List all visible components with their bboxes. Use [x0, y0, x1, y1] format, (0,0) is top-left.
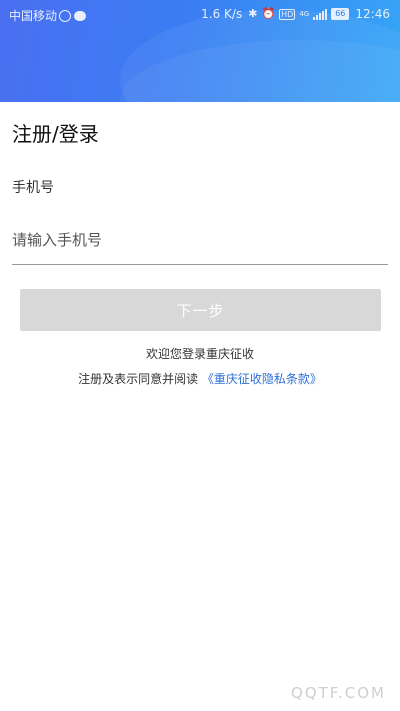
phone-input[interactable]: [12, 222, 388, 258]
carrier-name: 中国移动: [9, 9, 58, 23]
network-speed: 1.6 K/s: [201, 7, 243, 21]
circle-notification-icon: [59, 9, 72, 22]
privacy-policy-link[interactable]: 《重庆征收隐私条款》: [202, 372, 322, 386]
status-bar-left: 中国移动: [9, 7, 87, 24]
watermark: QQTF.COM: [291, 684, 386, 702]
battery-icon: 66: [331, 8, 350, 20]
next-button[interactable]: 下一步: [20, 289, 381, 331]
phone-input-underline: [12, 264, 388, 265]
agreement-line: 注册及表示同意并阅读 《重庆征收隐私条款》: [0, 370, 400, 387]
bluetooth-icon: ✱: [248, 7, 258, 20]
phone-label: 手机号: [12, 180, 54, 196]
page-title: 注册/登录: [12, 122, 99, 146]
clock-time: 12:46: [355, 7, 390, 21]
signal-icon: [313, 8, 328, 20]
status-bar-right: 1.6 K/s ✱ ⏰ HD 4G 66 12:46: [201, 7, 390, 21]
welcome-text: 欢迎您登录重庆征收: [145, 347, 254, 361]
chat-bubble-icon: [74, 10, 87, 21]
hd-icon: HD: [279, 8, 296, 20]
network-type: 4G: [299, 10, 310, 18]
status-bar: 中国移动 1.6 K/s ✱ ⏰ HD 4G 66 12:46: [0, 0, 400, 30]
alarm-icon: ⏰: [261, 7, 276, 20]
header-banner: 中国移动 1.6 K/s ✱ ⏰ HD 4G 66 12:46: [0, 0, 400, 102]
agreement-prefix: 注册及表示同意并阅读: [78, 372, 199, 386]
